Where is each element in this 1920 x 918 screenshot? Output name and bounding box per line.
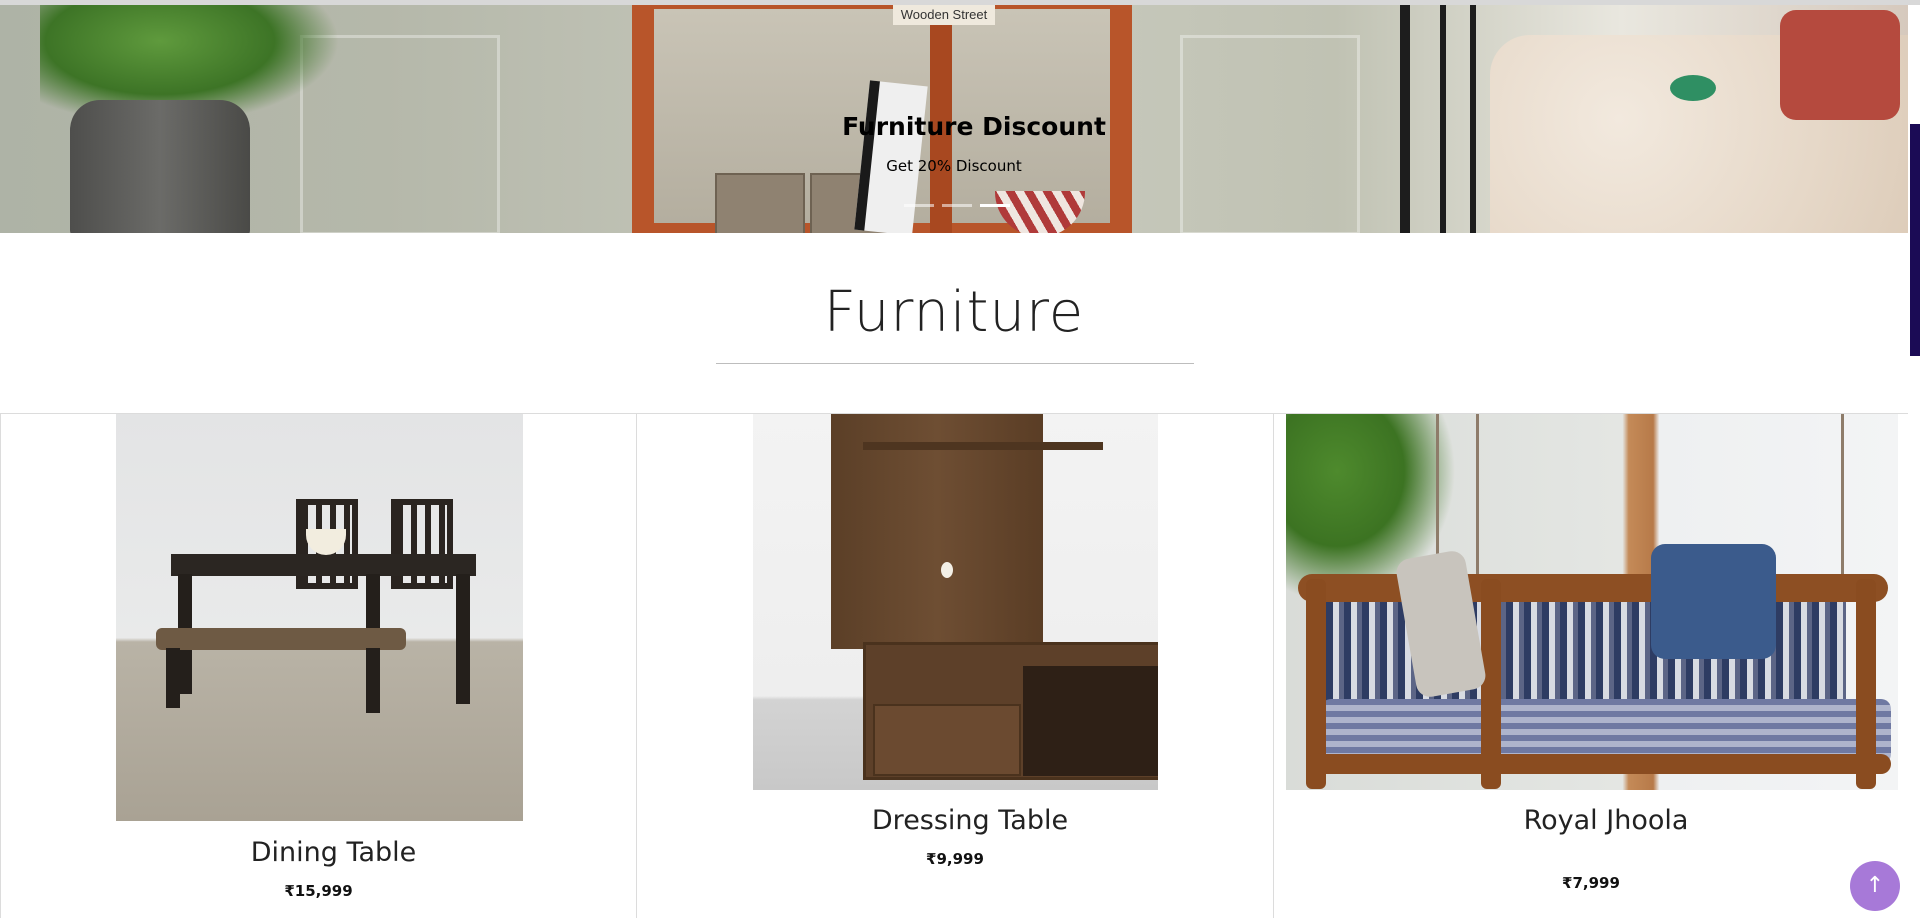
product-price: ₹15,999 [284, 882, 353, 900]
open-shelf [1023, 666, 1158, 776]
panel-knob [941, 562, 953, 578]
back-to-top-button[interactable]: ↑ [1850, 861, 1900, 911]
product-grid: Dining Table ₹15,999 Dressing Table ₹9,9… [0, 413, 1908, 918]
page: Wooden Street Furniture Discount Get 20%… [0, 0, 1920, 918]
product-name[interactable]: Dressing Table [637, 805, 1273, 836]
carousel-indicators [904, 204, 1010, 207]
table-leg [456, 574, 470, 704]
swing-frame [1298, 574, 1888, 602]
scrollbar-thumb[interactable] [1910, 124, 1920, 356]
product-price: ₹7,999 [1562, 874, 1620, 892]
hero-subtitle: Get 20% Discount [886, 157, 1022, 175]
cabinet-door [873, 704, 1021, 776]
dressing-table-image[interactable] [753, 414, 1158, 790]
table-top [171, 554, 476, 576]
section-title: Furniture [823, 280, 1085, 345]
hero-carousel[interactable]: Wooden Street Furniture Discount Get 20%… [0, 5, 1908, 233]
product-name[interactable]: Royal Jhoola [1274, 805, 1908, 836]
bench-leg [366, 648, 380, 713]
top-shelf [863, 442, 1103, 450]
swing-rope [1841, 414, 1844, 574]
product-card-royal-jhoola[interactable]: Royal Jhoola ₹7,999 [1273, 413, 1908, 918]
pillow [1651, 544, 1776, 659]
royal-jhoola-image[interactable] [1286, 414, 1898, 790]
arrow-up-icon: ↑ [1865, 873, 1885, 898]
section-divider [716, 363, 1194, 364]
product-price: ₹9,999 [926, 850, 984, 868]
product-name[interactable]: Dining Table [1, 837, 636, 868]
swing-rail [1306, 754, 1891, 774]
hero-caption: Furniture Discount Get 20% Discount [0, 5, 1908, 233]
bench-image [156, 628, 406, 650]
carousel-indicator-1[interactable] [904, 204, 934, 207]
product-card-dressing-table[interactable]: Dressing Table ₹9,999 [636, 413, 1273, 918]
swing-rope [1476, 414, 1479, 574]
carousel-indicator-2[interactable] [942, 204, 972, 207]
swing-rope [1436, 414, 1439, 574]
product-card-dining-table[interactable]: Dining Table ₹15,999 [0, 413, 636, 918]
carousel-indicator-3[interactable] [980, 204, 1010, 207]
hero-title: Furniture Discount [842, 112, 1106, 141]
bench-leg [166, 648, 180, 708]
dining-table-image[interactable] [116, 414, 523, 821]
